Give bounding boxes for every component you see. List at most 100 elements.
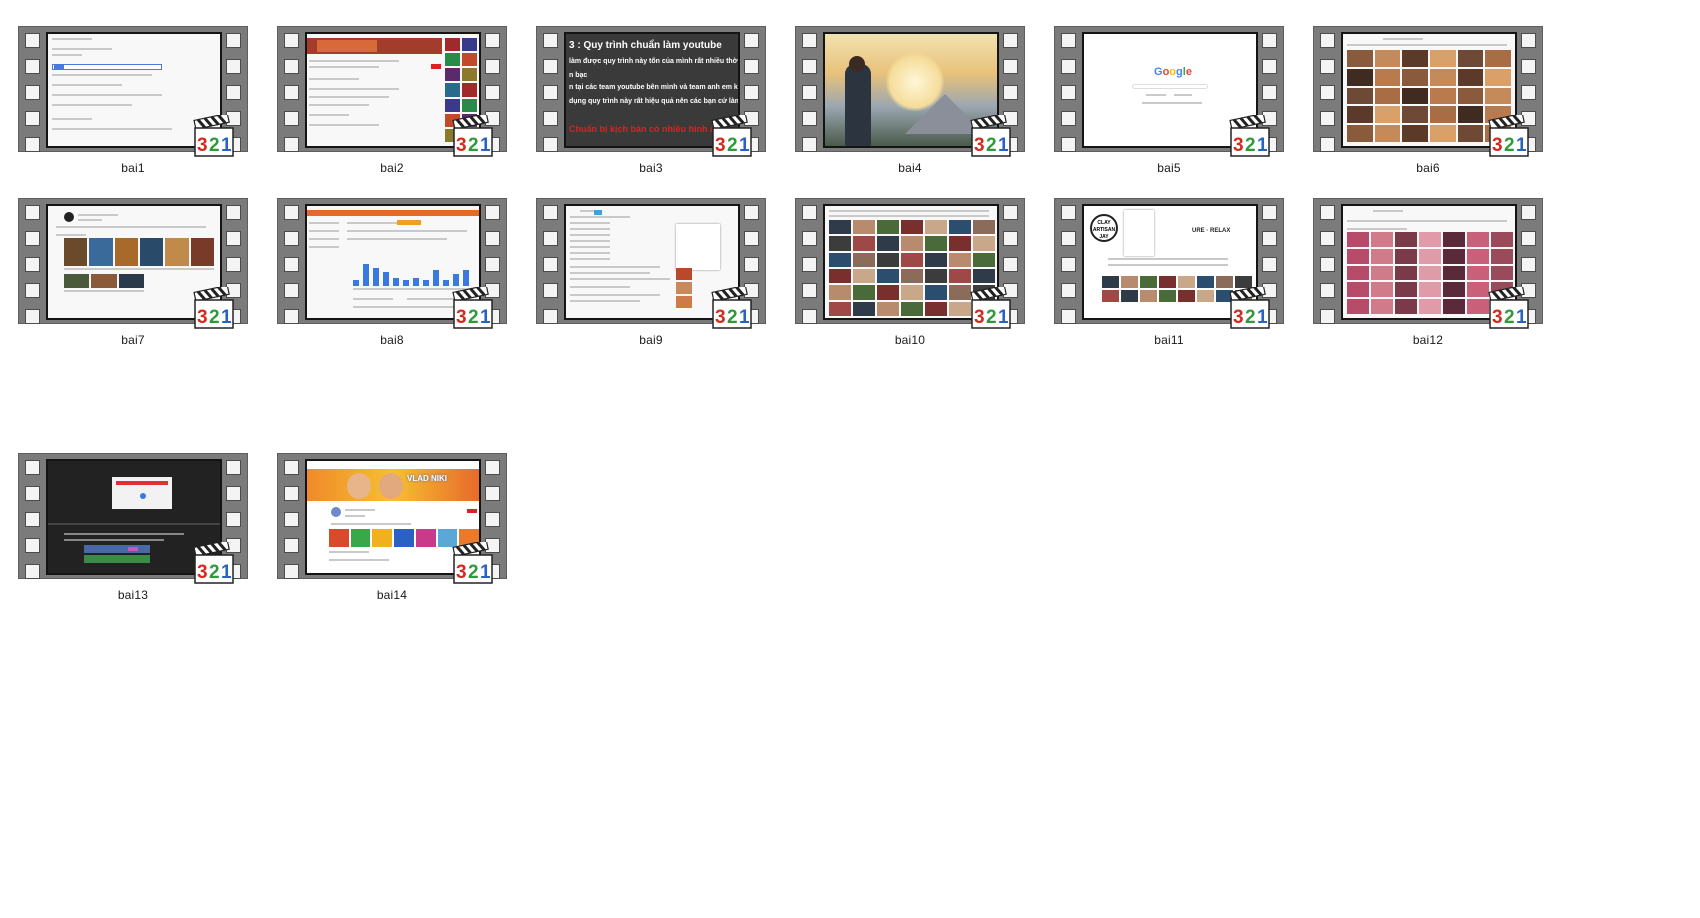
file-item-bai4[interactable]: 3 2 1 bai4 — [777, 0, 1039, 178]
film-sprocket-holes — [1055, 27, 1082, 152]
file-item-bai6[interactable]: 3 2 1 bai6 — [1295, 0, 1557, 178]
svg-text:3: 3 — [1233, 135, 1244, 156]
svg-text:3: 3 — [715, 307, 726, 328]
slide-line: n tại các team youtube bên mình và team … — [569, 84, 738, 91]
film-sprocket-holes — [796, 27, 823, 152]
film-sprocket-holes — [796, 199, 823, 324]
channel-logo: CLAY ARTISAN JAY — [1090, 214, 1118, 242]
slide-line: dụng quy trình này rất hiệu quả nên các … — [569, 98, 738, 105]
file-grid: 3 2 1 bai1 3 2 1 bai2 3 : Quy trình chuẩ… — [0, 0, 1700, 918]
mpc-hc-clapperboard-321-icon: 3 2 1 — [969, 284, 1013, 331]
file-name-label[interactable]: bai10 — [777, 333, 1043, 347]
svg-text:1: 1 — [1257, 307, 1268, 328]
mpc-hc-clapperboard-321-icon: 3 2 1 — [451, 284, 495, 331]
svg-text:3: 3 — [456, 562, 467, 583]
svg-text:2: 2 — [209, 135, 220, 156]
file-name-label[interactable]: bai8 — [259, 333, 525, 347]
svg-text:2: 2 — [468, 307, 479, 328]
svg-text:3: 3 — [1233, 307, 1244, 328]
svg-text:3: 3 — [1492, 135, 1503, 156]
svg-text:3: 3 — [974, 307, 985, 328]
mpc-hc-clapperboard-321-icon: 3 2 1 — [969, 112, 1013, 159]
svg-text:1: 1 — [480, 562, 491, 583]
film-sprocket-holes — [1314, 27, 1341, 152]
mpc-hc-clapperboard-321-icon: 3 2 1 — [451, 112, 495, 159]
file-item-bai10[interactable]: 3 2 1 bai10 — [777, 172, 1039, 350]
svg-text:1: 1 — [221, 307, 232, 328]
svg-text:1: 1 — [998, 135, 1009, 156]
file-item-bai14[interactable]: VLAD NIKI 3 2 1 bai14 — [259, 427, 521, 605]
clapperboard-icon: 3 2 1 — [970, 112, 1011, 157]
svg-text:2: 2 — [986, 307, 997, 328]
svg-text:1: 1 — [221, 135, 232, 156]
clapperboard-icon: 3 2 1 — [452, 539, 493, 584]
file-name-label[interactable]: bai11 — [1036, 333, 1302, 347]
film-sprocket-holes — [278, 199, 305, 324]
file-name-label[interactable]: bai7 — [0, 333, 266, 347]
film-sprocket-holes — [278, 454, 305, 579]
clapperboard-icon: 3 2 1 — [193, 112, 234, 157]
clapperboard-icon: 3 2 1 — [193, 539, 234, 584]
file-item-bai9[interactable]: 3 2 1 bai9 — [518, 172, 780, 350]
film-sprocket-holes — [278, 27, 305, 152]
file-item-bai13[interactable]: 3 2 1 bai13 — [0, 427, 262, 605]
svg-text:3: 3 — [197, 135, 208, 156]
clapperboard-icon: 3 2 1 — [970, 284, 1011, 329]
google-logo: Google — [1154, 66, 1192, 78]
svg-text:3: 3 — [197, 562, 208, 583]
mpc-hc-clapperboard-321-icon: 3 2 1 — [710, 112, 754, 159]
svg-text:1: 1 — [998, 307, 1009, 328]
file-name-label[interactable]: bai14 — [259, 588, 525, 602]
mpc-hc-clapperboard-321-icon: 3 2 1 — [710, 284, 754, 331]
mpc-hc-clapperboard-321-icon: 3 2 1 — [192, 112, 236, 159]
file-item-bai2[interactable]: 3 2 1 bai2 — [259, 0, 521, 178]
svg-text:2: 2 — [468, 135, 479, 156]
mpc-hc-clapperboard-321-icon: 3 2 1 — [192, 284, 236, 331]
svg-text:2: 2 — [1504, 307, 1515, 328]
mpc-hc-clapperboard-321-icon: 3 2 1 — [192, 539, 236, 586]
clapperboard-icon: 3 2 1 — [1229, 284, 1270, 329]
clapperboard-icon: 3 2 1 — [193, 284, 234, 329]
file-item-bai1[interactable]: 3 2 1 bai1 — [0, 0, 262, 178]
film-sprocket-holes — [19, 199, 46, 324]
file-name-label[interactable]: bai9 — [518, 333, 784, 347]
svg-text:3: 3 — [197, 307, 208, 328]
file-name-label[interactable]: bai13 — [0, 588, 266, 602]
svg-text:2: 2 — [1245, 307, 1256, 328]
svg-text:1: 1 — [1257, 135, 1268, 156]
file-item-bai11[interactable]: CLAY ARTISAN JAY URE · RELAX 3 2 1 bai11 — [1036, 172, 1298, 350]
svg-text:2: 2 — [1245, 135, 1256, 156]
file-item-bai12[interactable]: 3 2 1 bai12 — [1295, 172, 1557, 350]
svg-text:2: 2 — [986, 135, 997, 156]
film-sprocket-holes — [19, 454, 46, 579]
svg-text:1: 1 — [739, 135, 750, 156]
svg-text:1: 1 — [221, 562, 232, 583]
file-item-bai3[interactable]: 3 : Quy trình chuẩn làm youtube làm được… — [518, 0, 780, 178]
svg-text:2: 2 — [209, 307, 220, 328]
file-name-label[interactable]: bai12 — [1295, 333, 1561, 347]
film-sprocket-holes — [537, 199, 564, 324]
mpc-hc-clapperboard-321-icon: 3 2 1 — [1487, 112, 1531, 159]
channel-banner-text: VLAD NIKI — [407, 474, 447, 483]
clapperboard-icon: 3 2 1 — [452, 284, 493, 329]
svg-text:3: 3 — [456, 307, 467, 328]
film-sprocket-holes — [1314, 199, 1341, 324]
svg-text:1: 1 — [480, 307, 491, 328]
svg-text:2: 2 — [727, 307, 738, 328]
film-sprocket-holes — [537, 27, 564, 152]
mpc-hc-clapperboard-321-icon: 3 2 1 — [1228, 112, 1272, 159]
svg-text:2: 2 — [209, 562, 220, 583]
film-sprocket-holes — [1055, 199, 1082, 324]
svg-text:1: 1 — [1516, 307, 1527, 328]
svg-text:3: 3 — [715, 135, 726, 156]
slide-line-red: Chuẩn bị kịch bản có nhiều hình ảnh — [569, 124, 727, 134]
file-item-bai5[interactable]: Google 3 2 1 bai5 — [1036, 0, 1298, 178]
file-item-bai8[interactable]: 3 2 1 bai8 — [259, 172, 521, 350]
svg-text:2: 2 — [727, 135, 738, 156]
clapperboard-icon: 3 2 1 — [711, 284, 752, 329]
clapperboard-icon: 3 2 1 — [711, 112, 752, 157]
svg-text:2: 2 — [1504, 135, 1515, 156]
mpc-hc-clapperboard-321-icon: 3 2 1 — [1228, 284, 1272, 331]
slide-title: 3 : Quy trình chuẩn làm youtube — [569, 40, 722, 51]
file-item-bai7[interactable]: 3 2 1 bai7 — [0, 172, 262, 350]
